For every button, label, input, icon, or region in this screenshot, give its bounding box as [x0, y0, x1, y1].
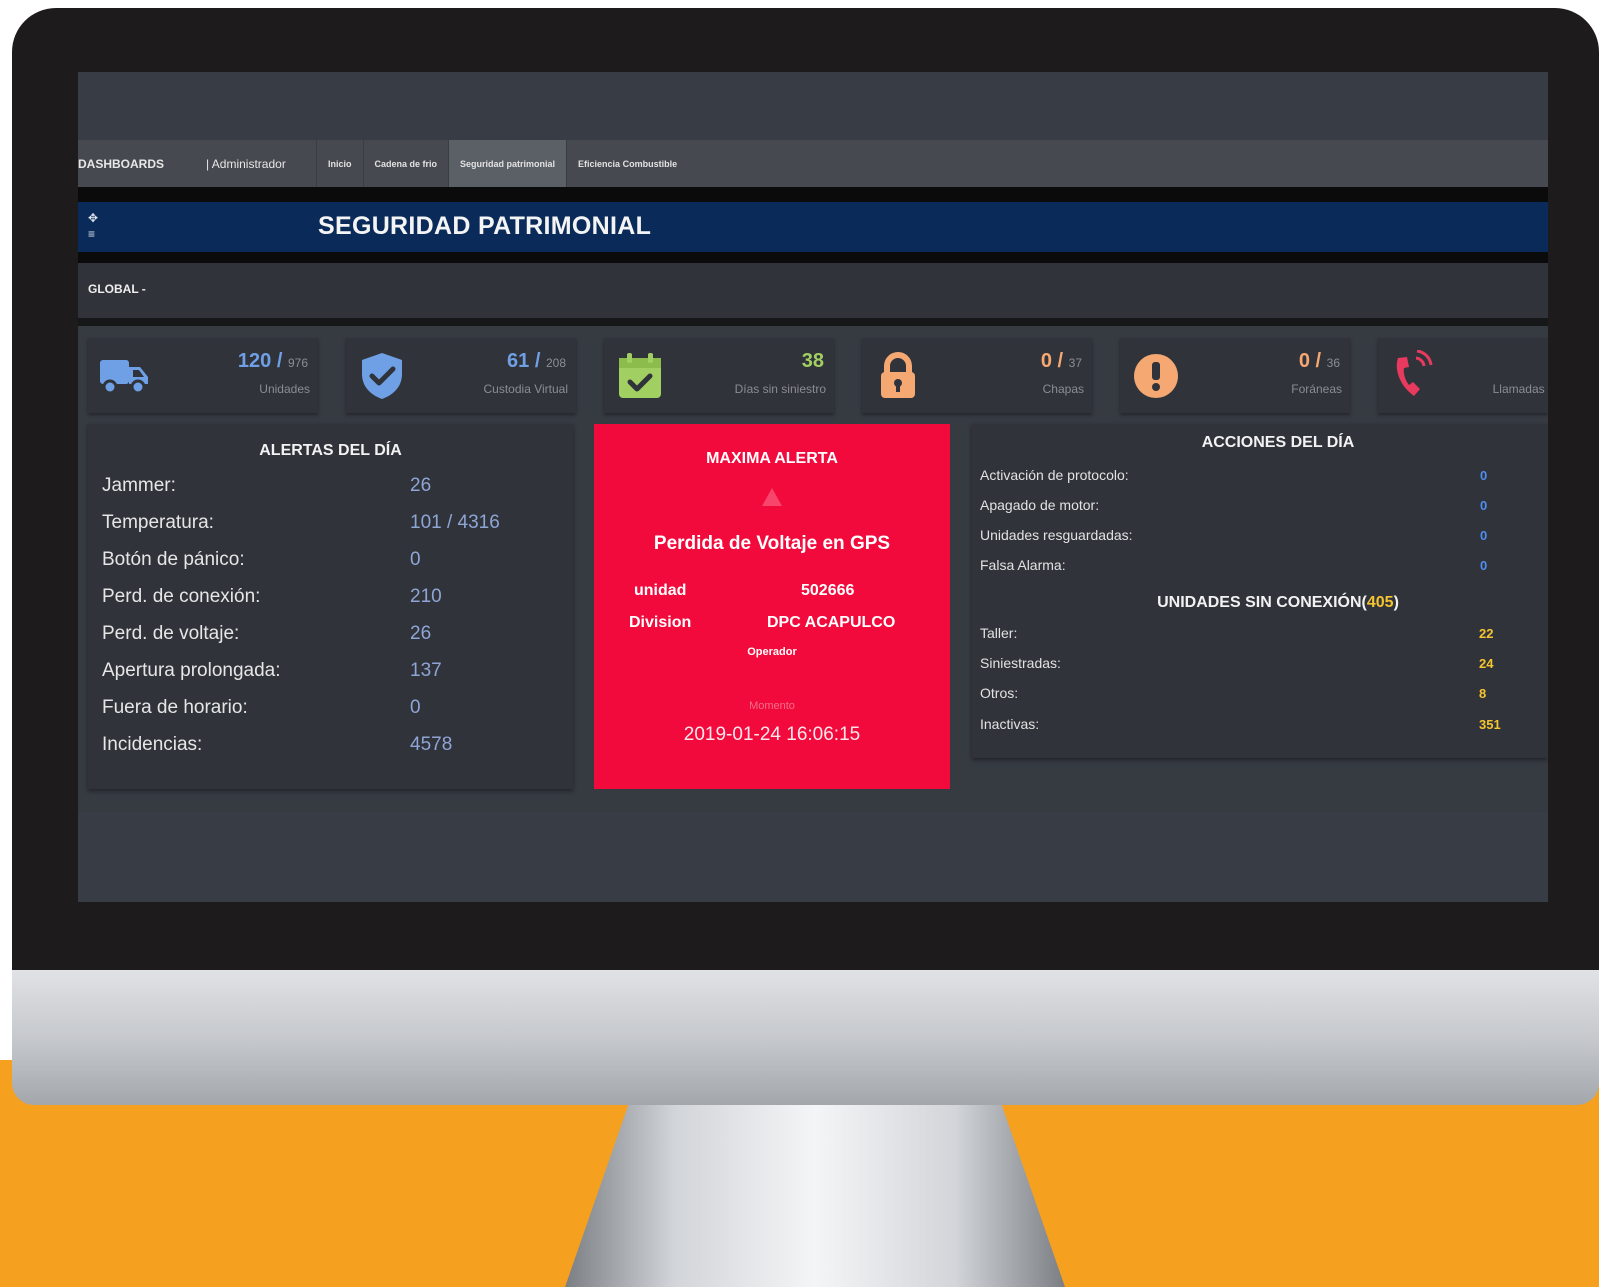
nav-item-eficiencia-combustible[interactable]: Eficiencia Combustible [566, 140, 688, 187]
exclamation-icon [1134, 354, 1178, 398]
sin-conexion-label: Otros: [980, 685, 1019, 701]
monitor-chin [12, 965, 1599, 1105]
stat-label: Días sin siniestro [734, 382, 826, 396]
stat-card-llamadas[interactable]: Llamadas s [1378, 338, 1548, 413]
alert-value: 210 [410, 586, 442, 607]
alert-label: Botón de pánico: [102, 549, 245, 570]
maxima-alerta-panel[interactable]: MAXIMA ALERTA Perdida de Voltaje en GPS … [594, 424, 950, 789]
division-label: Division [629, 614, 692, 631]
accion-label: Unidades resguardadas: [980, 527, 1133, 543]
divider [78, 187, 1548, 202]
alertas-panel: ALERTAS DEL DÍA Jammer: 26 Temperatura: … [88, 424, 573, 789]
stat-value: 0 / 37 [1040, 350, 1082, 372]
screen: DASHBOARDS | Administrador Inicio Cadena… [78, 72, 1548, 902]
panel-title: ALERTAS DEL DÍA [259, 442, 402, 459]
page-title: SEGURIDAD PATRIMONIAL [318, 212, 652, 240]
lock-icon [881, 352, 915, 398]
unidad-value: 502666 [801, 582, 855, 599]
unidad-label: unidad [634, 582, 687, 599]
sin-conexion-label: Siniestradas: [980, 655, 1061, 671]
accion-value: 0 [1480, 528, 1488, 543]
stat-card-unidades[interactable]: 120 / 976 Unidades [88, 338, 318, 413]
stat-value: 38 [801, 350, 824, 372]
sin-conexion-title: UNIDADES SIN CONEXIÓN(405) [1157, 594, 1399, 611]
stat-card-foraneas[interactable]: 0 / 36 Foráneas [1120, 338, 1350, 413]
alert-label: Perd. de voltaje: [102, 623, 240, 644]
stat-value: 0 / 36 [1298, 350, 1340, 372]
accion-label: Falsa Alarma: [980, 557, 1066, 573]
alert-label: Temperatura: [102, 512, 214, 533]
nav-item-seguridad-patrimonial[interactable]: Seguridad patrimonial [448, 140, 567, 187]
stat-label: Unidades [259, 382, 310, 396]
menu-icon[interactable]: ≡ [88, 226, 98, 242]
nav-item-cadena-de-frio[interactable]: Cadena de frio [362, 140, 449, 187]
sin-conexion-count: 405 [1366, 594, 1394, 611]
divider [78, 318, 1548, 326]
division-value: DPC ACAPULCO [767, 614, 896, 631]
nav-bar: DASHBOARDS | Administrador Inicio Cadena… [78, 140, 1548, 187]
accion-label: Apagado de motor: [980, 497, 1100, 513]
sin-conexion-label: Inactivas: [980, 716, 1040, 732]
phone-ring-icon [1396, 350, 1433, 396]
sin-conexion-value: 351 [1479, 717, 1501, 732]
monitor-stand [565, 1100, 1065, 1287]
sin-conexion-value: 8 [1479, 686, 1487, 701]
alert-label: Fuera de horario: [102, 697, 248, 718]
divider [78, 252, 1548, 263]
momento-label: Momento [749, 700, 795, 712]
operador-label: Operador [747, 646, 797, 658]
footer-area [78, 812, 1548, 902]
alert-label: Perd. de conexión: [102, 586, 261, 607]
momento-value: 2019-01-24 16:06:15 [683, 724, 861, 745]
top-bar [78, 72, 1548, 140]
stat-label: Llamadas s [1492, 382, 1548, 396]
alert-value: 26 [410, 475, 432, 496]
alert-value: 137 [410, 660, 442, 681]
stat-label: Foráneas [1291, 382, 1342, 396]
truck-icon [100, 360, 148, 395]
stat-card-chapas[interactable]: 0 / 37 Chapas [862, 338, 1092, 413]
accion-label: Activación de protocolo: [980, 467, 1129, 483]
warning-icon [762, 488, 782, 506]
user-menu[interactable]: | Administrador [206, 157, 316, 171]
sin-conexion-value: 22 [1479, 626, 1494, 641]
brand-link[interactable]: DASHBOARDS [78, 157, 206, 171]
sin-conexion-value: 24 [1479, 656, 1494, 671]
stat-card-dias-sin-siniestro[interactable]: 38 Días sin siniestro [604, 338, 834, 413]
title-bar: ✥ ≡ SEGURIDAD PATRIMONIAL [78, 202, 1548, 252]
alert-name: Perdida de Voltaje en GPS [653, 533, 891, 554]
accion-value: 0 [1480, 468, 1488, 483]
nav-item-inicio[interactable]: Inicio [316, 140, 363, 187]
alert-value: 4578 [410, 734, 453, 755]
alert-label: Incidencias: [102, 734, 203, 755]
alert-value: 0 [410, 697, 421, 718]
panel-title: MAXIMA ALERTA [706, 450, 838, 467]
title-icons: ✥ ≡ [88, 210, 98, 242]
filter-bar: GLOBAL - [78, 263, 1548, 318]
calendar-check-icon [619, 353, 661, 398]
alert-value: 26 [410, 623, 432, 644]
alert-label: Jammer: [102, 475, 176, 496]
stat-card-custodia-virtual[interactable]: 61 / 208 Custodia Virtual [346, 338, 576, 413]
global-filter[interactable]: GLOBAL - [88, 282, 146, 296]
alert-label: Apertura prolongada: [102, 660, 281, 681]
acciones-panel: ACCIONES DEL DÍA Activación de protocolo… [972, 424, 1548, 758]
stat-label: Chapas [1042, 382, 1084, 396]
accion-value: 0 [1480, 558, 1488, 573]
sin-conexion-label: Taller: [980, 625, 1018, 641]
move-icon[interactable]: ✥ [88, 210, 98, 226]
panel-title: ACCIONES DEL DÍA [1201, 434, 1355, 451]
stat-label: Custodia Virtual [483, 382, 569, 396]
stat-value: 61 / 208 [507, 350, 566, 372]
accion-value: 0 [1480, 498, 1488, 513]
stat-value: 120 / 976 [237, 350, 308, 372]
alert-value: 101 / 4316 [410, 512, 500, 533]
alert-value: 0 [410, 549, 421, 570]
shield-check-icon [362, 353, 402, 399]
